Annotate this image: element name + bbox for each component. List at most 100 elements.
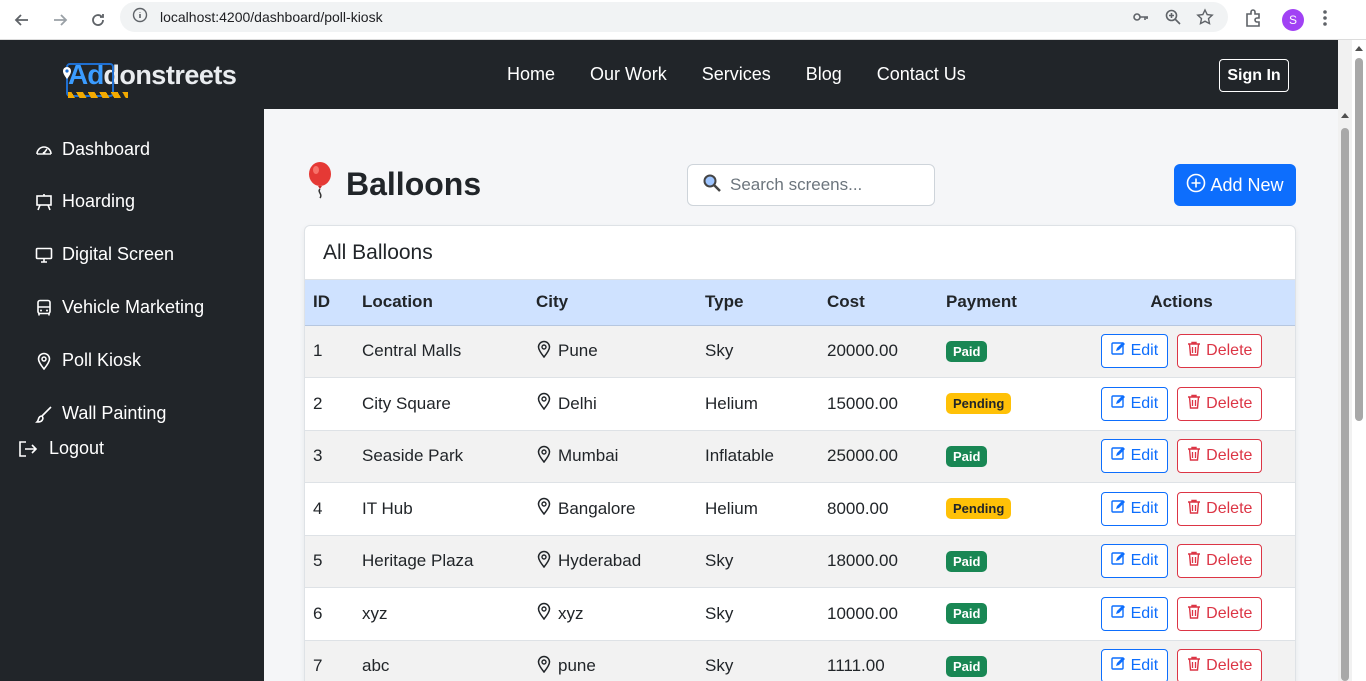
table-row: 3 Seaside Park Mumbai Inflatable 25000.0… bbox=[305, 430, 1295, 483]
page-scrollbar[interactable] bbox=[1352, 40, 1366, 681]
edit-button[interactable]: Edit bbox=[1100, 596, 1169, 631]
add-new-button[interactable]: Add New bbox=[1174, 164, 1296, 206]
payment-status-badge: Paid bbox=[946, 445, 988, 467]
zoom-icon[interactable] bbox=[1164, 8, 1182, 31]
edit-button[interactable]: Edit bbox=[1100, 649, 1169, 681]
address-bar[interactable]: localhost:4200/dashboard/poll-kiosk bbox=[120, 2, 1228, 32]
delete-button[interactable]: Delete bbox=[1177, 596, 1263, 631]
city-wrap: xyz bbox=[536, 602, 689, 625]
back-icon[interactable] bbox=[12, 10, 32, 30]
forward-icon[interactable] bbox=[50, 10, 70, 30]
sidebar-item-hoarding[interactable]: Hoarding bbox=[34, 191, 135, 212]
column-header-type[interactable]: Type bbox=[697, 280, 819, 326]
delete-button[interactable]: Delete bbox=[1177, 334, 1263, 369]
column-header-city[interactable]: City bbox=[528, 280, 697, 326]
delete-button[interactable]: Delete bbox=[1177, 439, 1263, 474]
nav-contact-us[interactable]: Contact Us bbox=[877, 64, 966, 85]
column-header-cost[interactable]: Cost bbox=[819, 280, 938, 326]
profile-avatar[interactable]: S bbox=[1282, 9, 1304, 31]
reload-icon[interactable] bbox=[88, 10, 108, 30]
page-scroll-thumb[interactable] bbox=[1355, 58, 1363, 421]
column-header-id[interactable]: ID bbox=[305, 280, 354, 326]
payment-status-badge: Paid bbox=[946, 340, 988, 362]
trash-icon bbox=[1187, 394, 1201, 414]
delete-button[interactable]: Delete bbox=[1177, 386, 1263, 421]
logo-stripe bbox=[68, 92, 128, 98]
cell-cost: 15000.00 bbox=[819, 377, 938, 431]
cell-location: City Square bbox=[354, 377, 528, 431]
delete-label: Delete bbox=[1206, 604, 1253, 622]
bookmark-star-icon[interactable] bbox=[1196, 8, 1214, 31]
nav-services[interactable]: Services bbox=[702, 64, 771, 85]
delete-label: Delete bbox=[1206, 552, 1253, 570]
cell-actions: Edit Delete bbox=[1068, 430, 1295, 483]
sidebar-item-poll-kiosk[interactable]: Poll Kiosk bbox=[34, 350, 141, 371]
column-header-payment[interactable]: Payment bbox=[938, 280, 1068, 326]
cell-id: 5 bbox=[305, 535, 354, 588]
location-pin-icon bbox=[536, 497, 552, 520]
cell-location: IT Hub bbox=[354, 482, 528, 536]
edit-label: Edit bbox=[1130, 447, 1159, 465]
cell-cost: 8000.00 bbox=[819, 482, 938, 536]
sidebar-item-vehicle-marketing[interactable]: Vehicle Marketing bbox=[34, 297, 204, 318]
speedometer-icon bbox=[34, 140, 54, 160]
page-scroll-up-arrow-icon[interactable] bbox=[1355, 46, 1363, 51]
search-input[interactable] bbox=[730, 175, 920, 195]
edit-label: Edit bbox=[1130, 342, 1159, 360]
sidebar-item-wall-painting[interactable]: Wall Painting bbox=[34, 403, 166, 424]
balloon-icon bbox=[304, 161, 336, 207]
sign-in-button[interactable]: Sign In bbox=[1219, 59, 1289, 92]
delete-button[interactable]: Delete bbox=[1177, 491, 1263, 526]
scroll-up-arrow-icon[interactable] bbox=[1341, 113, 1349, 118]
search-box[interactable] bbox=[687, 164, 935, 206]
row-actions: Edit Delete bbox=[1076, 334, 1287, 369]
edit-label: Edit bbox=[1130, 394, 1159, 412]
edit-button[interactable]: Edit bbox=[1100, 439, 1169, 474]
cell-type: Helium bbox=[697, 482, 819, 536]
delete-label: Delete bbox=[1206, 447, 1253, 465]
nav-blog[interactable]: Blog bbox=[806, 64, 842, 85]
page-title: Balloons bbox=[304, 161, 481, 207]
balloons-table: ID Location City Type Cost Payment Actio… bbox=[305, 280, 1295, 681]
edit-button[interactable]: Edit bbox=[1100, 491, 1169, 526]
cell-cost: 25000.00 bbox=[819, 430, 938, 483]
cell-city: Bangalore bbox=[528, 482, 697, 536]
cell-type: Sky bbox=[697, 640, 819, 681]
nav-home[interactable]: Home bbox=[507, 64, 555, 85]
content-scrollbar[interactable] bbox=[1338, 40, 1352, 681]
edit-icon bbox=[1110, 551, 1126, 571]
sidebar-item-digital-screen[interactable]: Digital Screen bbox=[34, 244, 174, 265]
site-logo[interactable]: Ad donstreets bbox=[62, 54, 237, 98]
kebab-menu-icon[interactable] bbox=[1322, 9, 1328, 32]
bus-icon bbox=[34, 298, 54, 318]
row-actions: Edit Delete bbox=[1076, 386, 1287, 421]
logout-button[interactable]: Logout bbox=[18, 438, 104, 459]
logout-icon bbox=[18, 439, 38, 459]
cell-payment: Paid bbox=[938, 535, 1068, 588]
cell-payment: Paid bbox=[938, 587, 1068, 641]
browser-toolbar: localhost:4200/dashboard/poll-kiosk S bbox=[0, 0, 1366, 40]
edit-button[interactable]: Edit bbox=[1100, 386, 1169, 421]
cell-location: Central Malls bbox=[354, 325, 528, 378]
table-row: 2 City Square Delhi Helium 15000.00 Pend… bbox=[305, 377, 1295, 431]
sidebar-item-label: Hoarding bbox=[62, 191, 136, 211]
scroll-thumb[interactable] bbox=[1341, 128, 1349, 681]
extensions-icon[interactable] bbox=[1244, 8, 1264, 33]
delete-button[interactable]: Delete bbox=[1177, 649, 1263, 681]
edit-button[interactable]: Edit bbox=[1100, 544, 1169, 579]
column-header-location[interactable]: Location bbox=[354, 280, 528, 326]
password-key-icon[interactable] bbox=[1132, 8, 1150, 31]
edit-icon bbox=[1110, 656, 1126, 676]
cell-id: 6 bbox=[305, 587, 354, 641]
delete-button[interactable]: Delete bbox=[1177, 544, 1263, 579]
edit-button[interactable]: Edit bbox=[1100, 334, 1169, 369]
plus-circle-icon bbox=[1186, 173, 1206, 198]
edit-icon bbox=[1110, 604, 1126, 624]
site-info-icon[interactable] bbox=[132, 7, 148, 28]
sidebar: Dashboard Hoarding Digital Screen Vehicl… bbox=[0, 109, 264, 681]
cell-location: Heritage Plaza bbox=[354, 535, 528, 588]
city-name: Bangalore bbox=[558, 498, 636, 518]
nav-our-work[interactable]: Our Work bbox=[590, 64, 667, 85]
cell-actions: Edit Delete bbox=[1068, 587, 1295, 641]
sidebar-item-dashboard[interactable]: Dashboard bbox=[34, 139, 150, 160]
